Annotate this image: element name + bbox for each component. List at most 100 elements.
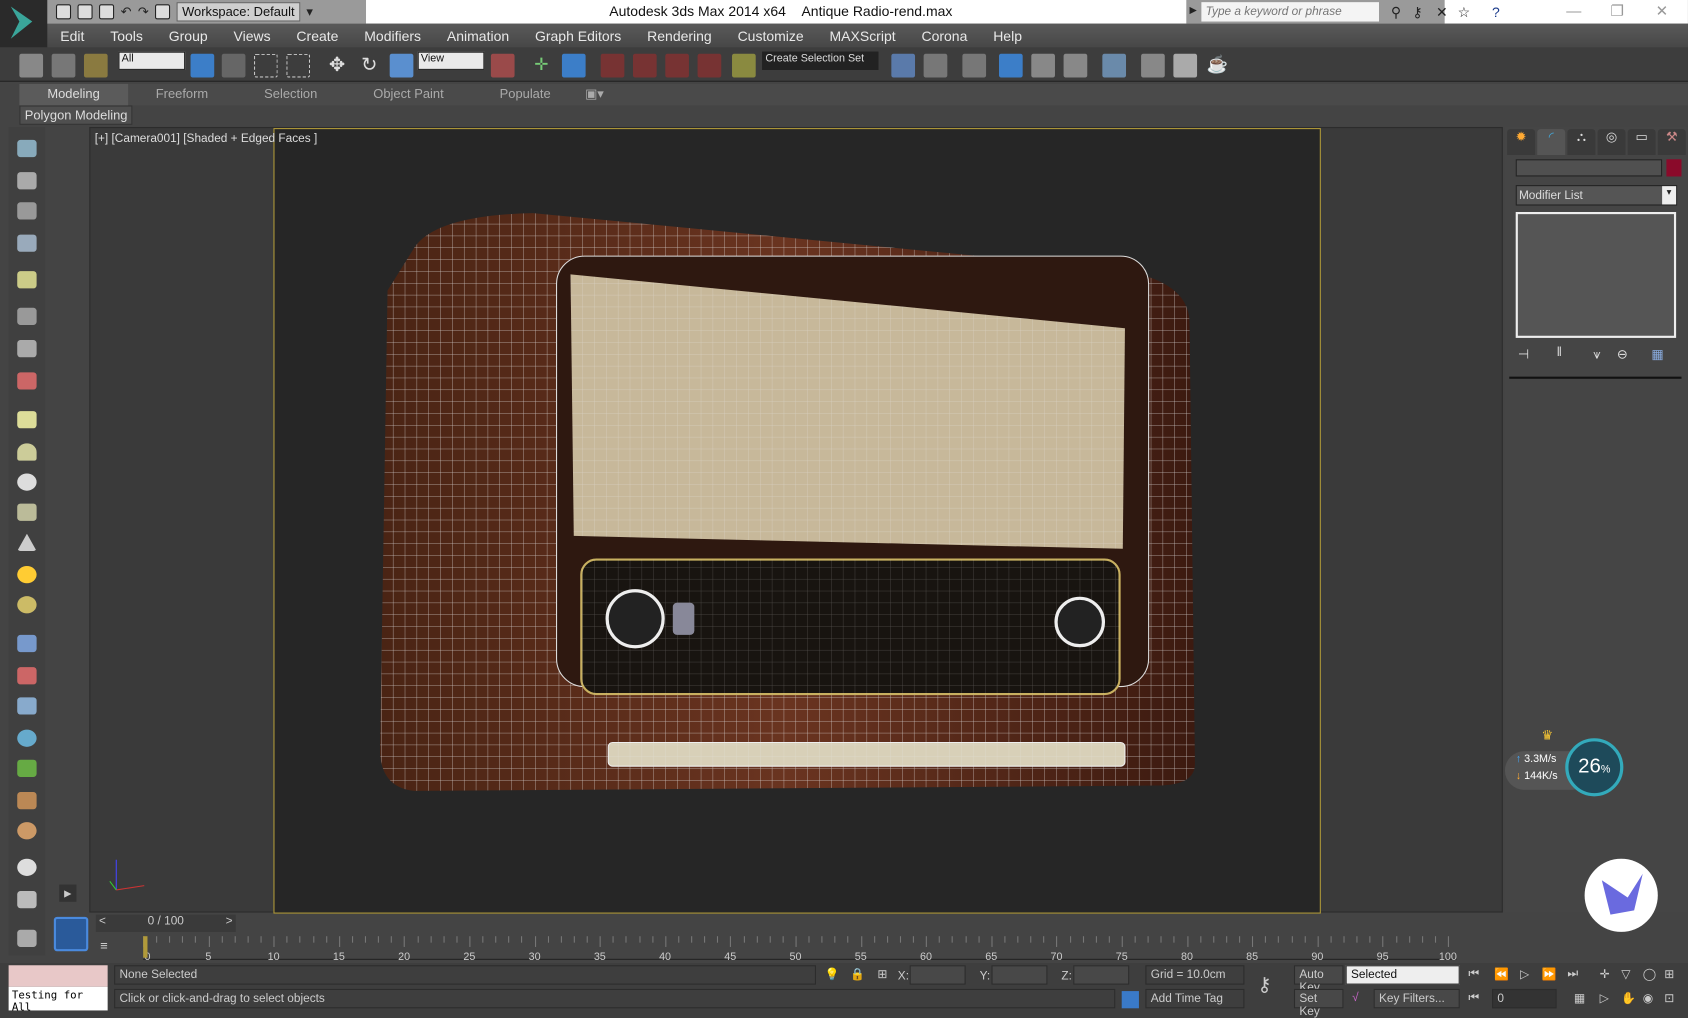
- mini-curve-toggle[interactable]: [53, 916, 89, 952]
- move-icon[interactable]: ✥: [325, 54, 349, 78]
- key-filters-button[interactable]: Key Filters...: [1373, 988, 1460, 1009]
- time-slider-handle[interactable]: [143, 936, 148, 958]
- sky-icon[interactable]: [17, 596, 37, 614]
- window-crossing-icon[interactable]: [286, 53, 311, 78]
- play-icon[interactable]: ▷: [1520, 967, 1529, 981]
- key-mode-toggle-icon[interactable]: ⏮: [1468, 991, 1479, 1005]
- polygon-modeling-panel[interactable]: Polygon Modeling: [19, 105, 133, 125]
- gear-icon[interactable]: [17, 729, 37, 747]
- minimize-button[interactable]: —: [1566, 2, 1581, 19]
- expand-arrow-icon[interactable]: ▶: [59, 884, 77, 902]
- percent-snap-icon[interactable]: [665, 53, 689, 78]
- play-icon[interactable]: ▶: [1190, 4, 1197, 16]
- scene-explorer-icon[interactable]: [998, 53, 1023, 78]
- help-icon[interactable]: ?: [1492, 4, 1500, 20]
- menu-rendering[interactable]: Rendering: [634, 27, 724, 43]
- time-tag-icon[interactable]: [1121, 991, 1139, 1009]
- render-icon[interactable]: [17, 172, 37, 190]
- unlink-icon[interactable]: [51, 53, 76, 78]
- menu-corona[interactable]: Corona: [909, 27, 981, 43]
- maximize-button[interactable]: ❐: [1610, 2, 1624, 20]
- layer-manager-icon[interactable]: [962, 53, 987, 78]
- sun-icon[interactable]: [17, 566, 37, 584]
- helper-icon[interactable]: [17, 340, 37, 358]
- link-icon[interactable]: [19, 53, 44, 78]
- make-unique-icon[interactable]: ⩛: [1593, 347, 1600, 363]
- rotate-icon[interactable]: ↻: [357, 54, 381, 78]
- dynamics-icon[interactable]: [17, 667, 37, 685]
- maxscript-listener-input[interactable]: Testing for All: [8, 986, 108, 1014]
- satellite-icon[interactable]: ✕: [1436, 4, 1448, 21]
- list-icon[interactable]: [17, 202, 37, 220]
- teapot-icon[interactable]: [17, 139, 37, 158]
- viewport[interactable]: [+] [Camera001] [Shaded + Edged Faces ]: [89, 126, 1503, 914]
- new-file-icon[interactable]: [55, 4, 72, 20]
- hair-icon[interactable]: [17, 792, 37, 810]
- network-speed-widget[interactable]: ♛ ↑ 3.3M/s ↓ 144K/s 26%: [1504, 727, 1624, 799]
- menu-views[interactable]: Views: [221, 27, 284, 43]
- shape-icon[interactable]: [17, 697, 37, 715]
- menu-create[interactable]: Create: [284, 27, 352, 43]
- default-tangent-icon[interactable]: √: [1352, 991, 1359, 1004]
- keyboard-shortcut-override-icon[interactable]: [561, 53, 586, 78]
- material-sphere-icon[interactable]: [17, 858, 37, 876]
- set-key-icon[interactable]: ⚷: [1257, 974, 1271, 997]
- select-by-name-icon[interactable]: [221, 53, 246, 78]
- tab-freeform[interactable]: Freeform: [128, 84, 236, 106]
- current-frame-field[interactable]: 0: [1492, 988, 1557, 1009]
- align-icon[interactable]: [923, 53, 948, 78]
- x-coordinate-field[interactable]: [909, 965, 966, 985]
- spinner-snap-icon[interactable]: [697, 53, 722, 78]
- render-teapot-icon[interactable]: ☕: [1206, 54, 1230, 78]
- settings-icon[interactable]: [17, 929, 37, 947]
- reference-coordinate-dropdown[interactable]: View: [417, 51, 485, 70]
- bind-space-warp-icon[interactable]: [83, 53, 108, 78]
- viewport-toggle-icon[interactable]: ⊡: [1664, 991, 1674, 1005]
- maxscript-listener-top[interactable]: [8, 965, 108, 987]
- menu-tools[interactable]: Tools: [97, 27, 156, 43]
- time-configuration-icon[interactable]: ▦: [1574, 991, 1585, 1005]
- search-input[interactable]: [1201, 2, 1379, 22]
- snaps-toggle-icon[interactable]: [600, 53, 625, 78]
- texture-icon[interactable]: [17, 822, 37, 840]
- remove-modifier-icon[interactable]: ⊖: [1617, 347, 1628, 362]
- schematic-view-icon[interactable]: [1063, 53, 1088, 78]
- lock-icon[interactable]: 🔒: [850, 967, 865, 981]
- tab-selection[interactable]: Selection: [236, 84, 345, 106]
- video-icon[interactable]: [17, 372, 37, 390]
- modifier-list-dropdown[interactable]: Modifier List: [1515, 185, 1678, 206]
- plane-icon[interactable]: [17, 411, 37, 429]
- table-icon[interactable]: [17, 234, 37, 252]
- hemisphere-icon[interactable]: [17, 443, 37, 461]
- application-button[interactable]: [0, 0, 48, 48]
- scale-icon[interactable]: [389, 53, 414, 78]
- close-button[interactable]: ✕: [1656, 2, 1669, 20]
- hierarchy-tab-icon[interactable]: ⛬: [1567, 129, 1596, 155]
- set-key-button[interactable]: Set Key: [1293, 988, 1344, 1018]
- named-selection-dropdown[interactable]: Create Selection Set: [762, 51, 879, 70]
- create-tab-icon[interactable]: ✹: [1507, 129, 1536, 155]
- redo-icon[interactable]: ↷: [138, 4, 149, 19]
- walkthrough-icon[interactable]: ◉: [1643, 991, 1653, 1005]
- key-icon[interactable]: ⚷: [1412, 4, 1422, 21]
- pan-hand-icon[interactable]: ✋: [1621, 991, 1636, 1005]
- viewport-label[interactable]: [+] [Camera001] [Shaded + Edged Faces ]: [95, 132, 317, 145]
- pivot-icon[interactable]: [490, 53, 515, 78]
- menu-help[interactable]: Help: [980, 27, 1035, 43]
- undo-icon[interactable]: ↶: [121, 4, 132, 19]
- utilities-tab-icon[interactable]: ⚒: [1657, 129, 1686, 155]
- orbit-icon[interactable]: ◯: [1643, 967, 1656, 981]
- rectangle-selection-icon[interactable]: [254, 53, 278, 78]
- field-of-view-icon[interactable]: ▷: [1600, 991, 1609, 1005]
- material-editor-icon[interactable]: [1102, 53, 1127, 78]
- y-coordinate-field[interactable]: [991, 965, 1048, 985]
- curve-editor-icon[interactable]: [1031, 53, 1055, 78]
- chevron-down-icon[interactable]: ▾: [306, 4, 312, 19]
- add-time-tag[interactable]: Add Time Tag: [1145, 988, 1245, 1009]
- menu-graph-editors[interactable]: Graph Editors: [522, 27, 634, 43]
- select-object-icon[interactable]: [190, 53, 215, 78]
- menu-customize[interactable]: Customize: [725, 27, 817, 43]
- z-coordinate-field[interactable]: [1073, 965, 1130, 985]
- open-mini-curve-editor-icon[interactable]: ≡: [100, 938, 108, 953]
- open-file-icon[interactable]: [77, 4, 93, 20]
